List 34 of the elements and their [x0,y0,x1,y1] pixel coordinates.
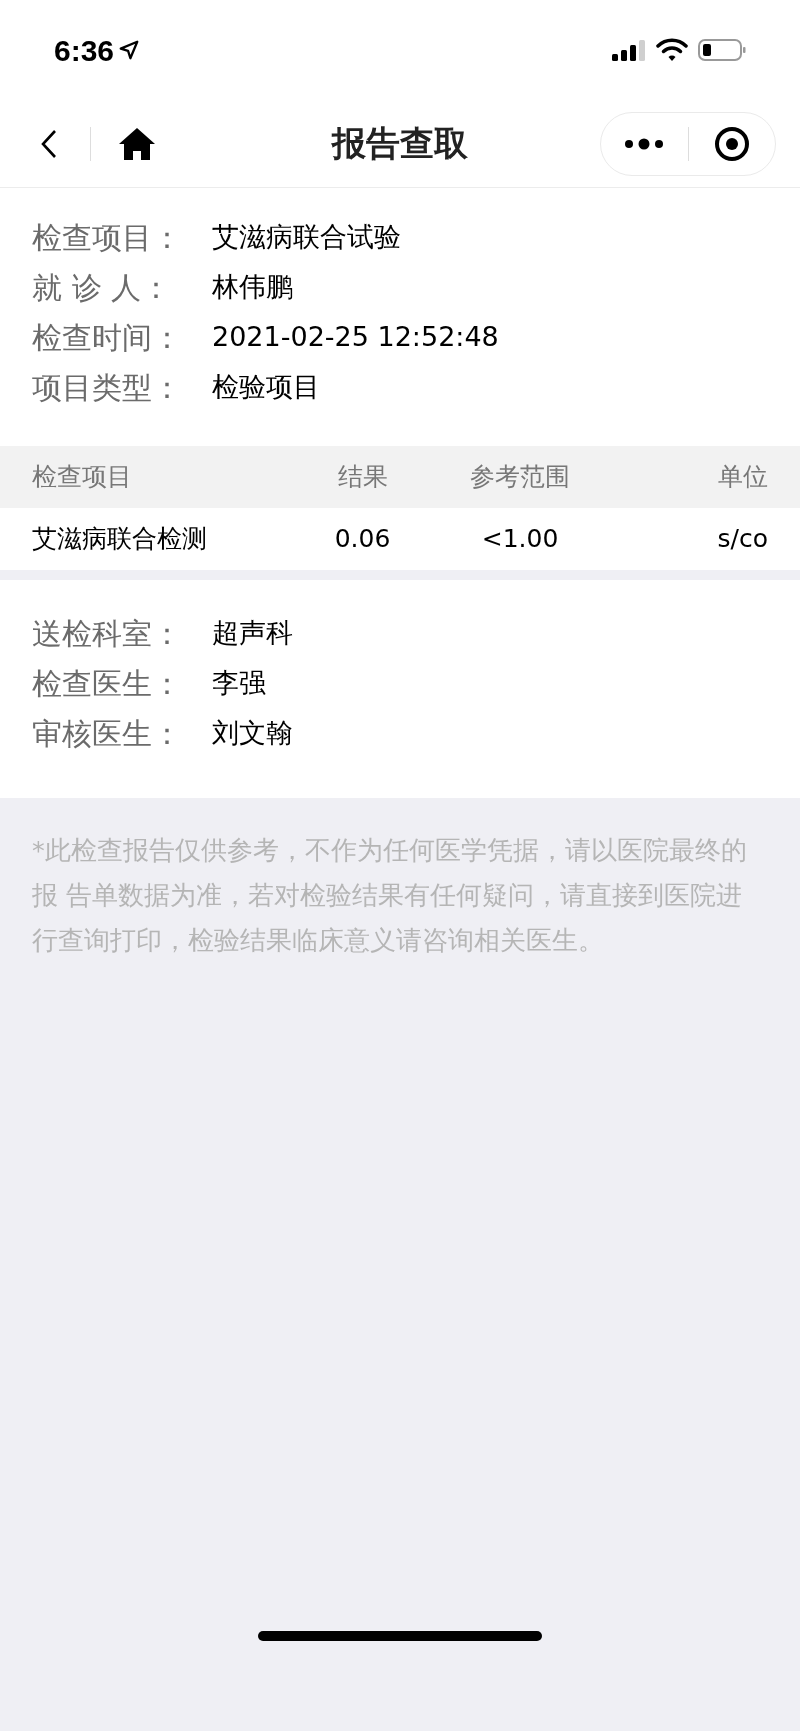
back-chevron-icon [40,128,58,159]
target-circle-icon [713,125,750,162]
info-label: 检查项目： [32,218,183,257]
column-header: 检查项目 [32,461,133,494]
info-label: 送检科室： [32,614,183,653]
table-cell-text: <1.00 [480,523,560,556]
info-label: 项目类型： [32,368,183,407]
disclaimer-text: *此检查报告仅供参考，不作为任何医学凭据，请以医院最终的报 告单数据为准，若对检验结果有任何疑问，请直接到医院进行查询打印，检验结果临床意义请咨询相关医生。 [31,834,748,957]
info-value: 李强 [212,665,266,700]
location-arrow-icon [118,39,141,61]
home-icon [117,125,157,162]
info-label: 就 诊 人： [32,268,173,307]
info-value: 检验项目 [212,369,320,404]
column-header: 结果 [336,461,389,494]
more-dots-icon [624,137,665,150]
info-value: 2021-02-25 12:52:48 [212,319,499,354]
table-cell-text: 艾滋病联合检测 [32,523,208,556]
wifi-icon [656,38,688,62]
table-cell-text: s/co [716,523,768,556]
info-value: 林伟鹏 [212,269,293,304]
column-header: 参考范围 [469,461,571,494]
battery-icon [698,38,746,62]
info-label: 检查时间： [32,318,183,357]
info-value: 超声科 [212,615,293,650]
info-value: 艾滋病联合试验 [212,219,401,254]
home-button[interactable] [117,125,157,162]
page-title: 报告查取 [332,122,468,165]
signal-icon [612,39,646,61]
info-label: 审核医生： [32,714,183,753]
status-time: 6:36 [54,32,115,69]
column-header: 单位 [717,461,768,494]
info-label: 检查医生： [32,664,183,703]
info-value: 刘文翰 [212,715,293,750]
table-cell-text: 0.06 [333,523,392,556]
